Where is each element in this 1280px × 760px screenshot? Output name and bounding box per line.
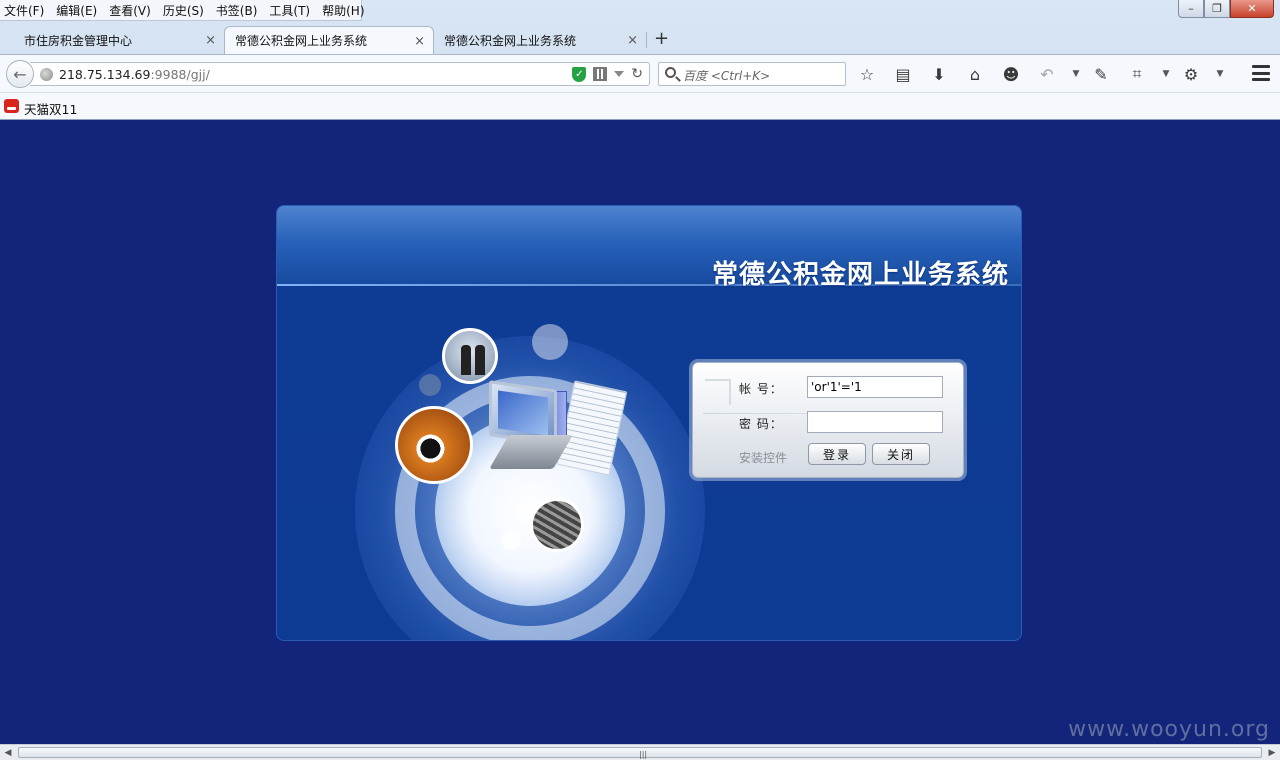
browser-chrome: 文件(F) 编辑(E) 查看(V) 历史(S) 书签(B) 工具(T) 帮助(H… bbox=[0, 0, 1280, 120]
qr-code-icon[interactable] bbox=[593, 67, 608, 81]
paper-sheet bbox=[556, 380, 628, 476]
reload-icon[interactable]: ↻ bbox=[631, 66, 643, 82]
menu-file[interactable]: 文件(F) bbox=[4, 2, 44, 19]
tab-changde-system-active[interactable]: 常德公积金网上业务系统 × bbox=[224, 26, 434, 54]
url-text: 218.75.134.69:9988/gjj/ bbox=[59, 67, 210, 82]
chat-icon[interactable]: ☻ bbox=[1000, 63, 1022, 85]
crop-icon[interactable]: ⌗ bbox=[1126, 63, 1148, 85]
chevron-down-icon[interactable]: ▼ bbox=[1162, 63, 1170, 85]
tmall-icon bbox=[4, 99, 19, 113]
clipboard-icon[interactable]: ▤ bbox=[892, 63, 914, 85]
chevron-down-icon[interactable]: ▼ bbox=[1072, 63, 1080, 85]
close-tab-icon[interactable]: × bbox=[627, 33, 638, 48]
close-tab-icon[interactable]: × bbox=[414, 34, 425, 49]
coffee-image bbox=[395, 406, 473, 484]
person-figure bbox=[461, 345, 471, 375]
dropdown-arrow-icon[interactable] bbox=[614, 71, 625, 77]
decorative-bubble bbox=[532, 324, 568, 360]
tab-label: 常德公积金网上业务系统 bbox=[444, 33, 577, 48]
url-bar[interactable]: 218.75.134.69:9988/gjj/ ✓ ↻ bbox=[30, 62, 650, 86]
undo-icon[interactable]: ↶ bbox=[1036, 63, 1058, 85]
close-window-button[interactable]: ✕ bbox=[1230, 0, 1274, 18]
chevron-down-icon[interactable]: ▼ bbox=[1216, 63, 1224, 85]
url-bar-icons: ✓ ↻ bbox=[572, 66, 643, 82]
person-figure bbox=[475, 345, 485, 375]
tab-changde-system[interactable]: 常德公积金网上业务系统 × bbox=[434, 26, 647, 54]
search-placeholder: 百度 <Ctrl+K> bbox=[683, 69, 771, 83]
url-host: 218.75.134.69 bbox=[59, 67, 151, 82]
tab-strip: 市住房积金管理中心 × 常德公积金网上业务系统 × 常德公积金网上业务系统 × bbox=[0, 24, 1280, 54]
download-icon[interactable]: ⬇ bbox=[928, 63, 950, 85]
scroll-left-icon[interactable]: ◀ bbox=[2, 747, 14, 759]
menu-help[interactable]: 帮助(H) bbox=[322, 2, 364, 19]
back-button[interactable]: ← bbox=[6, 60, 34, 88]
decorative-bubble bbox=[419, 374, 441, 396]
password-label: 密 码： bbox=[739, 417, 783, 431]
menu-bar: 文件(F) 编辑(E) 查看(V) 历史(S) 书签(B) 工具(T) 帮助(H… bbox=[0, 0, 365, 21]
horizontal-scrollbar[interactable]: ◀ ||| ▶ bbox=[0, 744, 1280, 760]
close-tab-icon[interactable]: × bbox=[205, 33, 216, 48]
grip-icon: ||| bbox=[639, 750, 648, 759]
hamburger-menu-icon[interactable] bbox=[1252, 65, 1270, 81]
menu-history[interactable]: 历史(S) bbox=[163, 2, 204, 19]
navigation-toolbar: 218.75.134.69:9988/gjj/ ✓ ↻ ← 百度 <Ctrl+K… bbox=[0, 54, 1280, 92]
search-box[interactable]: 百度 <Ctrl+K> bbox=[658, 62, 846, 86]
install-control-link[interactable]: 安装控件 bbox=[739, 449, 787, 466]
tab-housing-fund-center[interactable]: 市住房积金管理中心 × bbox=[0, 26, 225, 54]
menu-bookmarks[interactable]: 书签(B) bbox=[216, 2, 258, 19]
close-button[interactable]: 关闭 bbox=[872, 443, 930, 465]
window-controls: – ❐ ✕ bbox=[1178, 0, 1274, 18]
star-icon[interactable]: ☆ bbox=[856, 63, 878, 85]
login-panel: 常德公积金网上业务系统 帐 号： 密 码： 安装控件 登录 bbox=[276, 205, 1022, 641]
globe-icon bbox=[40, 68, 53, 81]
tab-label: 市住房积金管理中心 bbox=[24, 33, 133, 48]
login-form: 帐 号： 密 码： 安装控件 登录 关闭 bbox=[692, 362, 964, 478]
home-icon[interactable]: ⌂ bbox=[964, 63, 986, 85]
login-button[interactable]: 登录 bbox=[808, 443, 866, 465]
back-arrow-icon: ← bbox=[13, 64, 27, 84]
menu-tools[interactable]: 工具(T) bbox=[269, 2, 310, 19]
system-title: 常德公积金网上业务系统 bbox=[711, 260, 1009, 290]
speech-bubble-icon[interactable]: ✎ bbox=[1090, 63, 1112, 85]
keyboard-image bbox=[530, 498, 584, 552]
minimize-button[interactable]: – bbox=[1178, 0, 1204, 18]
menu-edit[interactable]: 编辑(E) bbox=[56, 2, 97, 19]
search-icon bbox=[665, 67, 676, 78]
menu-view[interactable]: 查看(V) bbox=[109, 2, 151, 19]
shield-icon[interactable]: ✓ bbox=[572, 66, 587, 82]
scrollbar-thumb[interactable]: ||| bbox=[18, 747, 1262, 759]
page-content: 常德公积金网上业务系统 帐 号： 密 码： 安装控件 登录 bbox=[0, 120, 1280, 744]
corner-arrow-icon bbox=[705, 379, 731, 405]
url-path: :9988/gjj/ bbox=[150, 67, 210, 82]
new-tab-button[interactable]: + bbox=[654, 28, 669, 49]
password-input[interactable] bbox=[807, 411, 943, 433]
watermark: www.wooyun.org bbox=[1068, 717, 1270, 742]
handshake-image bbox=[442, 328, 498, 384]
tab-label: 常德公积金网上业务系统 bbox=[235, 34, 368, 48]
bookmarks-toolbar: 天猫双11 bbox=[0, 92, 1280, 120]
maximize-button[interactable]: ❐ bbox=[1204, 0, 1230, 18]
account-label: 帐 号： bbox=[739, 382, 783, 396]
account-input[interactable] bbox=[807, 376, 943, 398]
bookmark-tmall[interactable]: 天猫双11 bbox=[24, 99, 77, 118]
translate-icon[interactable]: ⚙ bbox=[1180, 63, 1202, 85]
computer-illustration bbox=[485, 380, 628, 481]
decorative-bubble bbox=[501, 530, 521, 550]
scroll-right-icon[interactable]: ▶ bbox=[1266, 747, 1278, 759]
toolbar-icons: ☆ ▤ ⬇ ⌂ ☻ ↶ ▼ ✎ ⌗ ▼ ⚙ ▼ bbox=[856, 63, 1234, 85]
